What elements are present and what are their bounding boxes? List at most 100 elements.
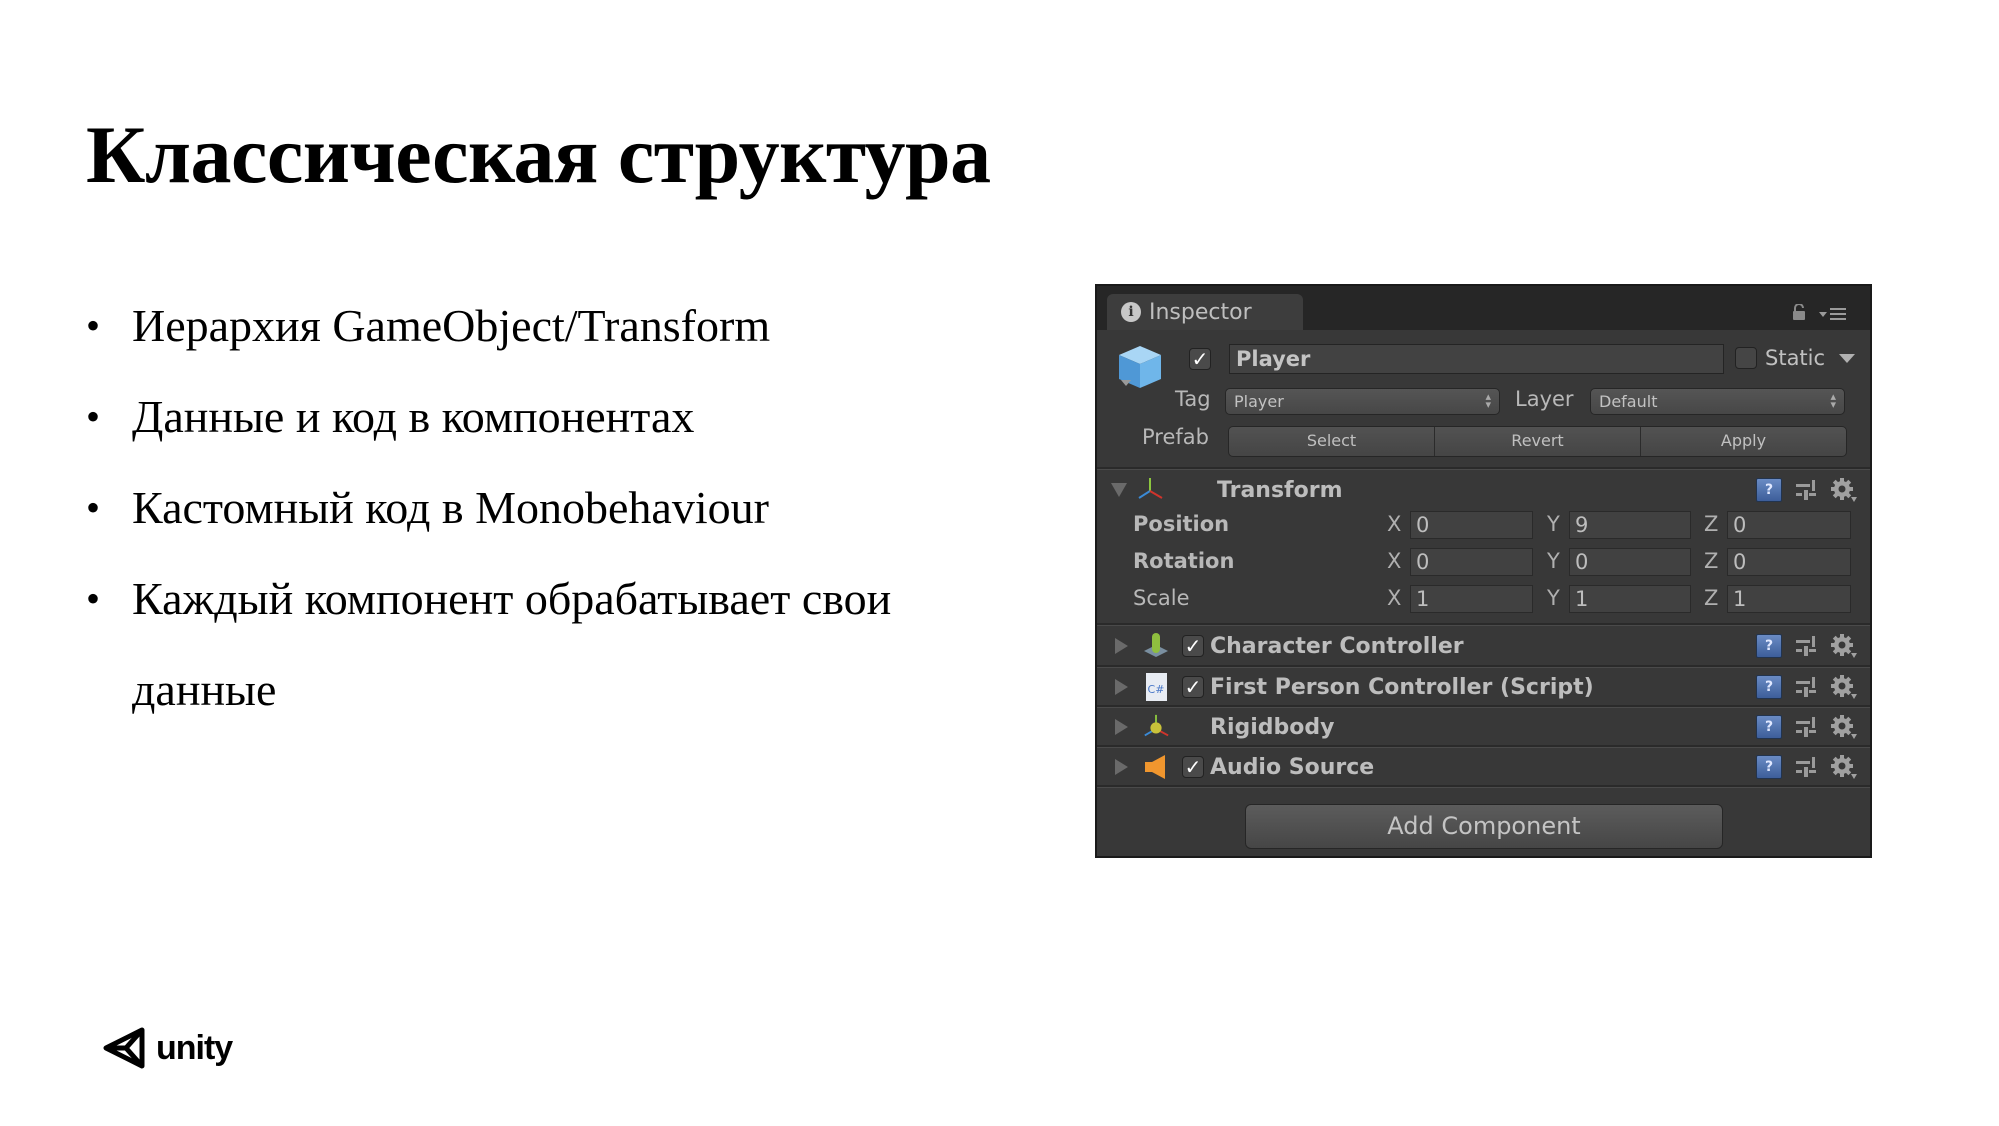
component-row-audio-source[interactable]: ✓ Audio Source ? bbox=[1097, 747, 1870, 787]
axis-z-label: Z bbox=[1704, 549, 1719, 573]
tab-inspector[interactable]: i Inspector bbox=[1107, 294, 1303, 330]
static-dropdown-icon[interactable] bbox=[1839, 353, 1856, 363]
component-toolbar: ? bbox=[1756, 747, 1858, 787]
foldout-open-icon[interactable] bbox=[1111, 483, 1127, 497]
transform-title: Transform bbox=[1217, 477, 1343, 503]
axis-y-label: Y bbox=[1547, 586, 1560, 610]
script-icon-text: C# bbox=[1145, 673, 1167, 701]
component-toolbar: ? bbox=[1756, 707, 1858, 747]
gear-icon[interactable] bbox=[1830, 714, 1858, 740]
component-row-rigidbody[interactable]: Rigidbody ? bbox=[1097, 707, 1870, 747]
static-toggle[interactable]: Static bbox=[1735, 346, 1856, 370]
foldout-closed-icon[interactable] bbox=[1115, 719, 1128, 735]
component-title: Character Controller bbox=[1210, 633, 1464, 659]
help-book-icon[interactable]: ? bbox=[1756, 675, 1782, 699]
scale-x-field[interactable]: 1 bbox=[1410, 585, 1533, 613]
component-enabled-checkbox[interactable]: ✓ bbox=[1182, 635, 1204, 657]
bullet-dot: • bbox=[86, 394, 101, 439]
component-enabled-checkbox[interactable]: ✓ bbox=[1182, 756, 1204, 778]
component-row-character-controller[interactable]: ✓ Character Controller ? bbox=[1097, 626, 1870, 666]
help-book-icon[interactable]: ? bbox=[1756, 755, 1782, 779]
bullet-text: Каждый компонент обрабатывает свои данны… bbox=[132, 573, 892, 715]
updown-arrows-icon: ▴ ▾ bbox=[1485, 390, 1491, 411]
tag-label: Tag bbox=[1175, 387, 1211, 411]
position-y-field[interactable]: 9 bbox=[1569, 511, 1691, 539]
axis-z-label: Z bbox=[1704, 586, 1719, 610]
gear-icon[interactable] bbox=[1830, 477, 1858, 503]
gear-icon[interactable] bbox=[1830, 754, 1858, 780]
axis-x-label: X bbox=[1387, 512, 1402, 536]
help-book-icon[interactable]: ? bbox=[1756, 715, 1782, 739]
add-component-button[interactable]: Add Component bbox=[1245, 804, 1723, 849]
gear-icon[interactable] bbox=[1830, 633, 1858, 659]
panel-menu-icon[interactable] bbox=[1819, 308, 1846, 320]
component-enabled-checkbox[interactable]: ✓ bbox=[1182, 676, 1204, 698]
component-title: Audio Source bbox=[1210, 754, 1375, 780]
layer-dropdown[interactable]: Default ▴ ▾ bbox=[1590, 388, 1845, 415]
preset-sliders-icon[interactable] bbox=[1794, 675, 1818, 699]
static-checkbox[interactable] bbox=[1735, 347, 1757, 369]
tag-dropdown[interactable]: Player ▴ ▾ bbox=[1225, 388, 1500, 415]
active-checkbox[interactable]: ✓ bbox=[1189, 348, 1211, 370]
audio-source-icon bbox=[1142, 753, 1170, 781]
rotation-z-field[interactable]: 0 bbox=[1727, 548, 1851, 576]
object-name-input[interactable]: Player bbox=[1229, 344, 1724, 374]
component-toolbar: ? bbox=[1756, 470, 1858, 510]
axis-y-label: Y bbox=[1547, 549, 1560, 573]
rigidbody-icon bbox=[1142, 713, 1170, 741]
foldout-closed-icon[interactable] bbox=[1115, 679, 1128, 695]
bullet-dot: • bbox=[86, 576, 101, 621]
rotation-y-field[interactable]: 0 bbox=[1569, 548, 1691, 576]
transform-header[interactable]: Transform ? bbox=[1097, 470, 1870, 510]
scale-z-field[interactable]: 1 bbox=[1727, 585, 1851, 613]
prefab-apply-button[interactable]: Apply bbox=[1641, 427, 1846, 456]
preset-sliders-icon[interactable] bbox=[1794, 715, 1818, 739]
position-x-field[interactable]: 0 bbox=[1410, 511, 1533, 539]
prefab-label: Prefab bbox=[1142, 425, 1209, 449]
preset-sliders-icon[interactable] bbox=[1794, 634, 1818, 658]
axis-x-label: X bbox=[1387, 586, 1402, 610]
menu-lines-icon bbox=[1830, 308, 1846, 320]
preset-sliders-icon[interactable] bbox=[1794, 478, 1818, 502]
scale-y-field[interactable]: 1 bbox=[1569, 585, 1691, 613]
prefab-select-button[interactable]: Select bbox=[1229, 427, 1435, 456]
bullet-dot: • bbox=[86, 485, 101, 530]
component-row-first-person-controller[interactable]: C# ✓ First Person Controller (Script) ? bbox=[1097, 667, 1870, 707]
csharp-script-icon: C# bbox=[1142, 673, 1170, 701]
prefab-revert-button[interactable]: Revert bbox=[1435, 427, 1641, 456]
gear-icon[interactable] bbox=[1830, 674, 1858, 700]
component-toolbar: ? bbox=[1756, 667, 1858, 707]
rotation-x-field[interactable]: 0 bbox=[1410, 548, 1533, 576]
inspector-panel: i Inspector ✓ Player Static Tag Player ▴… bbox=[1095, 284, 1872, 858]
foldout-closed-icon[interactable] bbox=[1115, 759, 1128, 775]
lock-icon[interactable] bbox=[1792, 304, 1806, 320]
scale-label: Scale bbox=[1133, 586, 1190, 610]
bullet-list: • Иерархия GameObject/Transform • Данные и… bbox=[86, 280, 1026, 735]
foldout-closed-icon[interactable] bbox=[1115, 638, 1128, 654]
bullet-dot: • bbox=[86, 303, 101, 348]
help-book-icon[interactable]: ? bbox=[1756, 478, 1782, 502]
rotation-label: Rotation bbox=[1133, 549, 1235, 573]
component-title: First Person Controller (Script) bbox=[1210, 674, 1594, 700]
unity-logo: unity bbox=[102, 1024, 233, 1072]
character-controller-icon bbox=[1142, 632, 1170, 660]
preset-sliders-icon[interactable] bbox=[1794, 755, 1818, 779]
axis-z-label: Z bbox=[1704, 512, 1719, 536]
component-toolbar: ? bbox=[1756, 626, 1858, 666]
position-z-field[interactable]: 0 bbox=[1727, 511, 1851, 539]
tab-label: Inspector bbox=[1149, 299, 1252, 325]
divider bbox=[1097, 785, 1870, 788]
bullet-text: Данные и код в компонентах bbox=[132, 391, 695, 442]
bullet-text: Иерархия GameObject/Transform bbox=[132, 300, 771, 351]
axis-x-label: X bbox=[1387, 549, 1402, 573]
layer-value: Default bbox=[1599, 392, 1658, 411]
unity-wordmark: unity bbox=[156, 1028, 233, 1067]
updown-arrows-icon: ▴ ▾ bbox=[1830, 390, 1836, 411]
bullet-item: • Иерархия GameObject/Transform bbox=[86, 280, 1026, 371]
layer-label: Layer bbox=[1515, 387, 1574, 411]
gameobject-cube-icon bbox=[1119, 346, 1161, 388]
menu-arrow-icon bbox=[1819, 311, 1827, 317]
help-book-icon[interactable]: ? bbox=[1756, 634, 1782, 658]
info-icon: i bbox=[1121, 302, 1141, 322]
component-title: Rigidbody bbox=[1210, 714, 1335, 740]
